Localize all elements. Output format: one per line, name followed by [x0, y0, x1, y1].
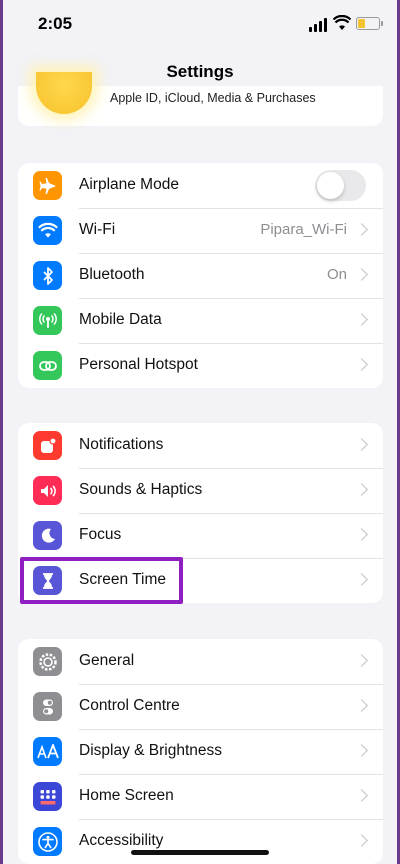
settings-row-label: Wi-Fi: [79, 221, 116, 238]
chevron-right-icon: [355, 438, 368, 451]
settings-row-sounds-haptics[interactable]: Sounds & Haptics: [18, 468, 383, 513]
home-screen-icon: [33, 782, 62, 811]
home-indicator[interactable]: [131, 850, 269, 855]
chevron-right-icon: [355, 744, 368, 757]
settings-row-general[interactable]: General: [18, 639, 383, 684]
chevron-right-icon: [355, 789, 368, 802]
chevron-right-icon: [355, 834, 368, 847]
chevron-right-icon: [355, 313, 368, 326]
chevron-right-icon: [355, 483, 368, 496]
chevron-right-icon: [355, 654, 368, 667]
airplane-mode-toggle[interactable]: [315, 170, 366, 201]
moon-icon: [33, 521, 62, 550]
status-time: 2:05: [38, 14, 73, 33]
settings-row-value: Pipara_Wi-Fi: [260, 221, 347, 238]
settings-row-personal-hotspot[interactable]: Personal Hotspot: [18, 343, 383, 388]
apple-id-card[interactable]: Apple ID, iCloud, Media & Purchases: [18, 72, 383, 126]
settings-row-label: Focus: [79, 526, 122, 543]
chevron-right-icon: [355, 528, 368, 541]
accessibility-icon: [33, 827, 62, 856]
settings-row-bluetooth[interactable]: Bluetooth On: [18, 253, 383, 298]
connectivity-group: Airplane Mode Wi-Fi Pipara_Wi-Fi Bluetoo…: [18, 163, 383, 388]
chevron-right-icon: [355, 358, 368, 371]
bluetooth-icon: [33, 261, 62, 290]
general-group: General Control Centre Display & Brightn…: [18, 639, 383, 864]
settings-row-label: General: [79, 652, 135, 669]
chevron-right-icon: [355, 699, 368, 712]
settings-row-label: Sounds & Haptics: [79, 481, 203, 498]
settings-row-label: Bluetooth: [79, 266, 145, 283]
wifi-status-icon: [333, 15, 351, 30]
hotspot-icon: [33, 351, 62, 380]
settings-row-airplane-mode[interactable]: Airplane Mode: [18, 163, 383, 208]
settings-row-label: Notifications: [79, 436, 164, 453]
apple-id-subtitle: Apple ID, iCloud, Media & Purchases: [110, 91, 316, 105]
text-size-icon: [33, 737, 62, 766]
settings-row-label: Personal Hotspot: [79, 356, 198, 373]
screen-time-highlight-box: [20, 557, 183, 604]
settings-row-mobile-data[interactable]: Mobile Data: [18, 298, 383, 343]
settings-row-focus[interactable]: Focus: [18, 513, 383, 558]
settings-row-control-centre[interactable]: Control Centre: [18, 684, 383, 729]
battery-icon: [356, 17, 383, 30]
avatar: [36, 72, 92, 114]
settings-row-label: Control Centre: [79, 697, 180, 714]
settings-row-value: On: [326, 266, 347, 283]
wifi-icon: [33, 216, 62, 245]
gear-icon: [33, 647, 62, 676]
settings-row-notifications[interactable]: Notifications: [18, 423, 383, 468]
settings-row-home-screen[interactable]: Home Screen: [18, 774, 383, 819]
notifications-icon: [33, 431, 62, 460]
chevron-right-icon: [355, 573, 368, 586]
settings-row-label: Accessibility: [79, 832, 164, 849]
settings-row-label: Airplane Mode: [79, 176, 179, 193]
settings-row-label: Mobile Data: [79, 311, 162, 328]
cellular-signal-icon: [309, 18, 329, 32]
settings-row-label: Home Screen: [79, 787, 174, 804]
airplane-icon: [33, 171, 62, 200]
speaker-icon: [33, 476, 62, 505]
switches-icon: [33, 692, 62, 721]
settings-row-label: Display & Brightness: [79, 742, 223, 759]
chevron-right-icon: [355, 268, 368, 281]
status-bar: 2:05: [0, 0, 400, 50]
chevron-right-icon: [355, 223, 368, 236]
settings-row-wifi[interactable]: Wi-Fi Pipara_Wi-Fi: [18, 208, 383, 253]
settings-row-display-brightness[interactable]: Display & Brightness: [18, 729, 383, 774]
settings-row-accessibility[interactable]: Accessibility: [18, 819, 383, 864]
antenna-icon: [33, 306, 62, 335]
